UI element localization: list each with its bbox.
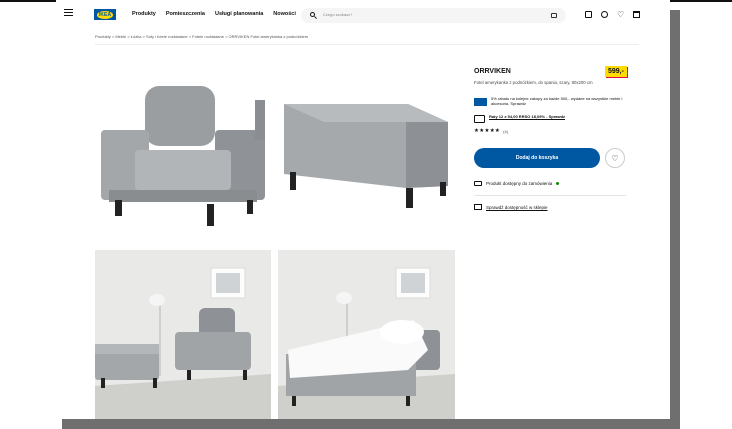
heart-icon[interactable]: ♡: [617, 11, 624, 19]
nav-item-new[interactable]: Nowości: [273, 11, 296, 17]
store-check-link[interactable]: Sprawdź dostępność w sklepie: [486, 205, 548, 210]
availability-status-dot: [556, 182, 560, 185]
nav-item-planning[interactable]: Usługi planowania: [215, 11, 263, 17]
search-placeholder: Czego szukasz?: [323, 12, 353, 17]
add-to-cart-button[interactable]: Dodaj do koszyka: [474, 148, 600, 168]
breadcrumb[interactable]: Produkty > Meble > Łóżka > Sofy i fotele…: [95, 34, 308, 39]
truck-icon[interactable]: [585, 11, 592, 18]
product-image-room-bed[interactable]: [278, 250, 455, 419]
search-icon: [310, 12, 315, 17]
family-card-icon: [474, 98, 487, 106]
store-icon: [474, 204, 482, 210]
window-shadow-bottom: [62, 419, 680, 429]
availability-text: Produkt dostępny do zamówienia: [486, 181, 553, 186]
product-rating[interactable]: ★★★★★ (4): [474, 128, 508, 134]
logo-text: IKEA: [96, 10, 114, 19]
credit-card-icon: [474, 115, 485, 123]
product-description: Fotel amerykanka z podnóżkiem, do spania…: [474, 80, 593, 85]
product-image-armchair[interactable]: [95, 62, 271, 232]
header-icons: ♡: [585, 11, 640, 19]
window-shadow-right: [670, 10, 680, 429]
nav-item-products[interactable]: Produkty: [132, 11, 156, 17]
product-image-ottoman[interactable]: [278, 62, 455, 232]
cart-icon[interactable]: [633, 11, 640, 18]
product-image-room-seating[interactable]: [95, 250, 271, 419]
ikea-family-offer: 5% rabatu na kolejne zakupy za każde 500…: [474, 96, 634, 106]
ikea-logo[interactable]: IKEA: [94, 9, 116, 20]
product-price: 599,-: [605, 66, 627, 77]
product-page: IKEA Produkty Pomieszczenia Usługi plano…: [56, 0, 670, 419]
truck-icon: [474, 181, 482, 186]
panel-divider: [474, 195, 626, 196]
family-offer-text[interactable]: 5% rabatu na kolejne zakupy za każde 500…: [491, 96, 634, 106]
main-nav: Produkty Pomieszczenia Usługi planowania…: [132, 11, 296, 17]
nav-item-rooms[interactable]: Pomieszczenia: [166, 11, 205, 17]
header-divider: [95, 44, 639, 45]
favourite-button[interactable]: ♡: [605, 148, 625, 168]
rating-count: (4): [503, 128, 509, 134]
product-title: ORRVIKEN: [474, 68, 511, 75]
store-availability[interactable]: Sprawdź dostępność w sklepie: [474, 204, 548, 210]
search-input[interactable]: Czego szukasz?: [301, 8, 566, 23]
heart-icon: ♡: [611, 153, 619, 163]
camera-icon[interactable]: [551, 13, 557, 18]
menu-icon[interactable]: [64, 9, 73, 16]
financing-offer: Raty 12 x 54,00 RRSO 18,09% - Sprawdź: [474, 114, 565, 123]
delivery-availability: Produkt dostępny do zamówienia: [474, 181, 560, 186]
financing-text[interactable]: Raty 12 x 54,00 RRSO 18,09% - Sprawdź: [489, 114, 565, 123]
user-icon[interactable]: [601, 11, 608, 18]
rating-stars: ★★★★★: [474, 128, 501, 134]
